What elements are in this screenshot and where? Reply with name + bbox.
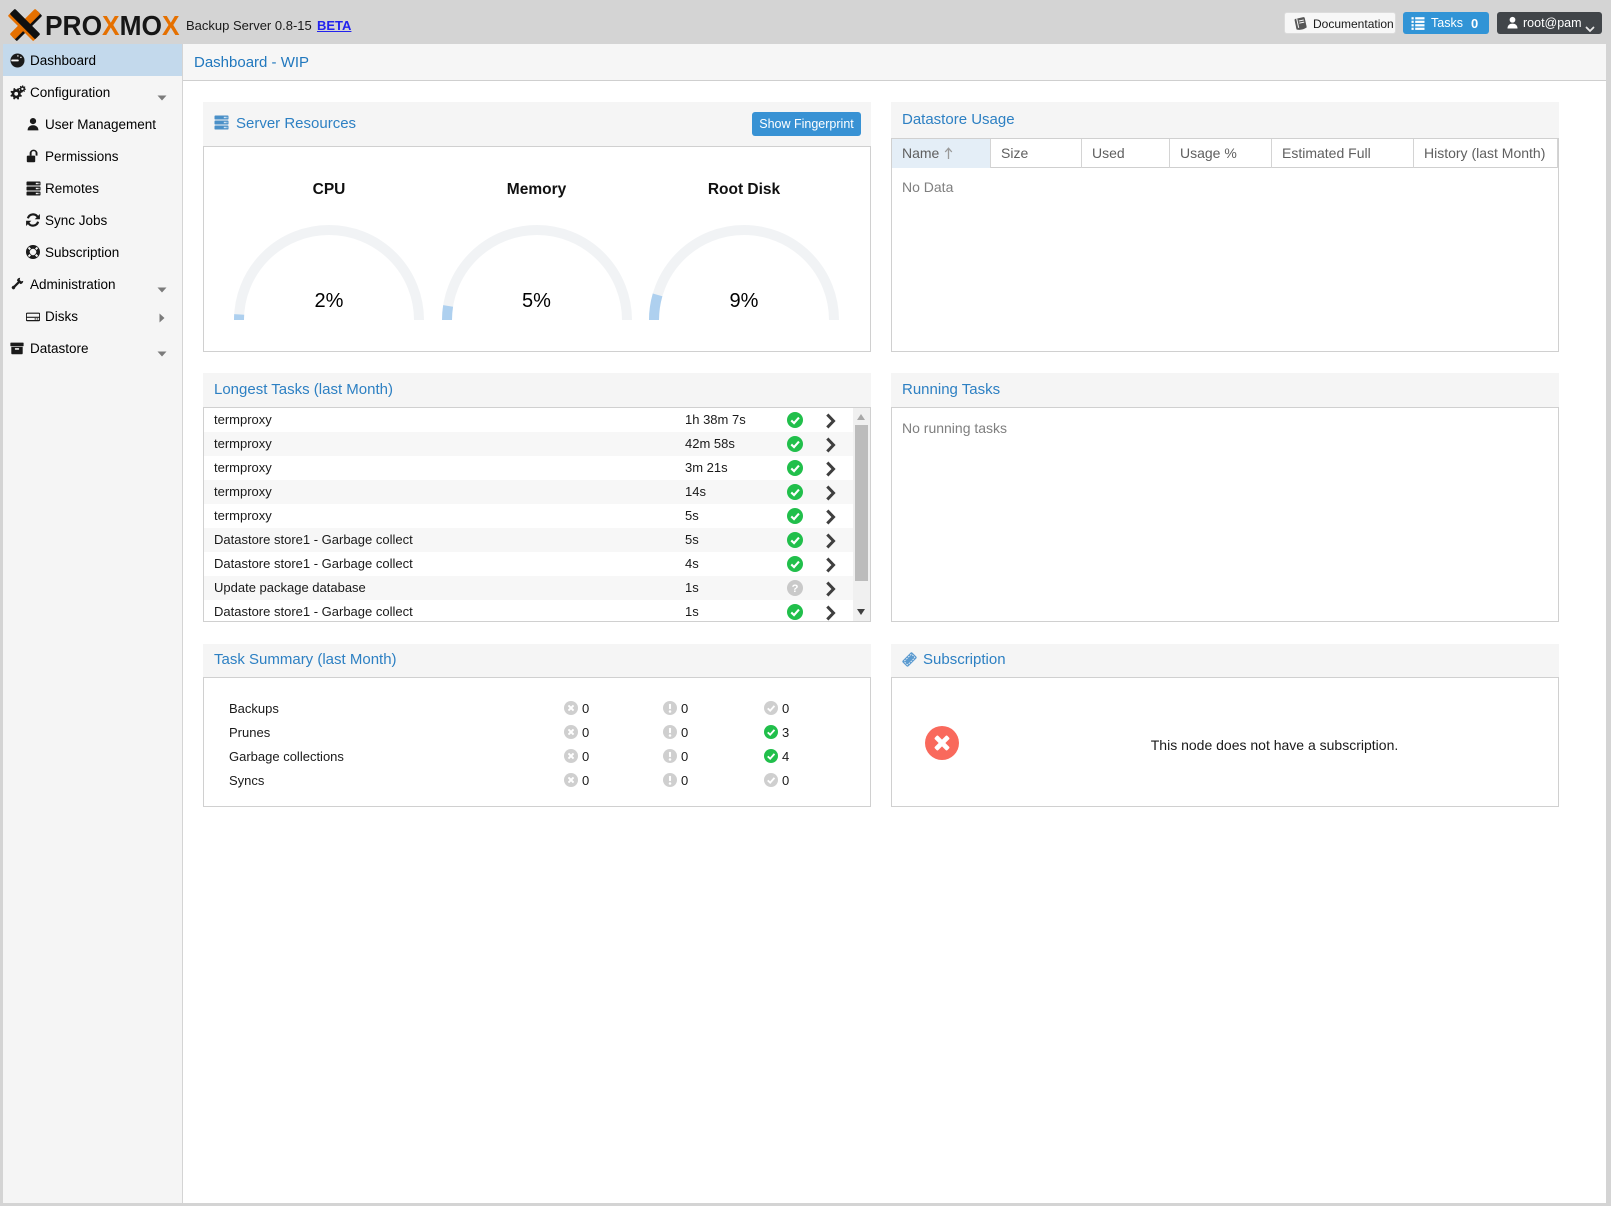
svg-text:?: ? bbox=[792, 583, 799, 595]
